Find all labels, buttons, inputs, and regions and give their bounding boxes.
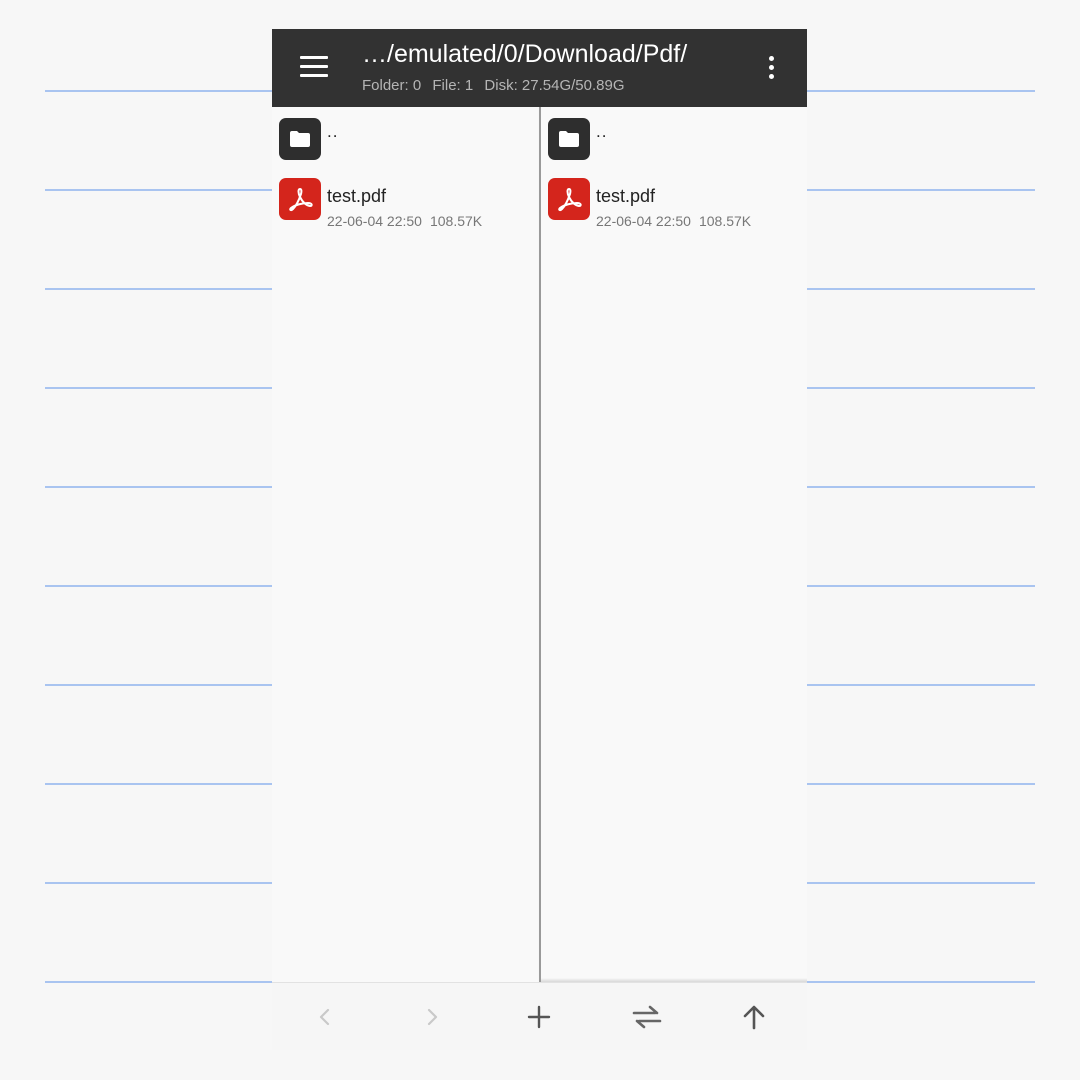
file-details: 22-06-04 22:50 108.57K: [327, 213, 490, 229]
background-line: [45, 387, 272, 389]
more-vertical-icon[interactable]: [758, 51, 784, 85]
background-line: [807, 90, 1035, 92]
background-line: [807, 684, 1035, 686]
file-item[interactable]: test.pdf 22-06-04 22:50 108.57K: [541, 176, 807, 232]
file-count: File: 1: [432, 77, 474, 94]
parent-directory-item[interactable]: ..: [272, 116, 539, 172]
pdf-file-icon: [548, 178, 590, 220]
background-line: [807, 288, 1035, 290]
background-line: [807, 387, 1035, 389]
file-item[interactable]: test.pdf 22-06-04 22:50 108.57K: [272, 176, 539, 232]
background-line: [807, 486, 1035, 488]
background-line: [807, 882, 1035, 884]
file-size: 108.57K: [429, 213, 483, 229]
parent-directory-label: ..: [596, 122, 608, 141]
parent-directory-item[interactable]: ..: [541, 116, 807, 172]
hamburger-menu-icon[interactable]: [294, 51, 334, 85]
background-line: [45, 189, 272, 191]
file-date: 22-06-04 22:50: [596, 213, 691, 229]
folder-count: Folder: 0: [362, 77, 422, 94]
left-panel: .. test.pdf 22-06-04 22:50 108.57K: [272, 107, 539, 982]
folder-stats: Folder: 0 File: 1 Disk: 27.54G/50.89G: [362, 77, 631, 94]
file-manager-app: …/emulated/0/Download/Pdf/ Folder: 0 Fil…: [272, 29, 807, 1050]
background-line: [807, 981, 1035, 983]
file-size: 108.57K: [698, 213, 752, 229]
right-panel: .. test.pdf 22-06-04 22:50 108.57K: [541, 107, 807, 982]
pdf-file-icon: [279, 178, 321, 220]
background-line: [45, 288, 272, 290]
disk-usage: Disk: 27.54G/50.89G: [484, 77, 625, 94]
file-name: test.pdf: [596, 186, 656, 206]
background-line: [45, 783, 272, 785]
swap-panels-icon[interactable]: [627, 997, 667, 1037]
forward-arrow-icon[interactable]: [412, 997, 452, 1037]
parent-directory-label: ..: [327, 122, 339, 141]
background-line: [45, 90, 272, 92]
folder-icon: [279, 118, 321, 160]
background-line: [45, 486, 272, 488]
background-line: [807, 189, 1035, 191]
file-details: 22-06-04 22:50 108.57K: [596, 213, 759, 229]
file-date: 22-06-04 22:50: [327, 213, 422, 229]
background-line: [807, 585, 1035, 587]
up-arrow-icon[interactable]: [734, 997, 774, 1037]
background-line: [45, 981, 272, 983]
add-icon[interactable]: [519, 997, 559, 1037]
background-line: [45, 882, 272, 884]
current-path: …/emulated/0/Download/Pdf/: [362, 40, 688, 68]
bottom-toolbar: [272, 982, 807, 1050]
back-arrow-icon[interactable]: [305, 997, 345, 1037]
background-line: [45, 585, 272, 587]
background-line: [807, 783, 1035, 785]
folder-icon: [548, 118, 590, 160]
background-line: [45, 684, 272, 686]
app-toolbar: …/emulated/0/Download/Pdf/ Folder: 0 Fil…: [272, 29, 807, 107]
file-name: test.pdf: [327, 186, 387, 206]
